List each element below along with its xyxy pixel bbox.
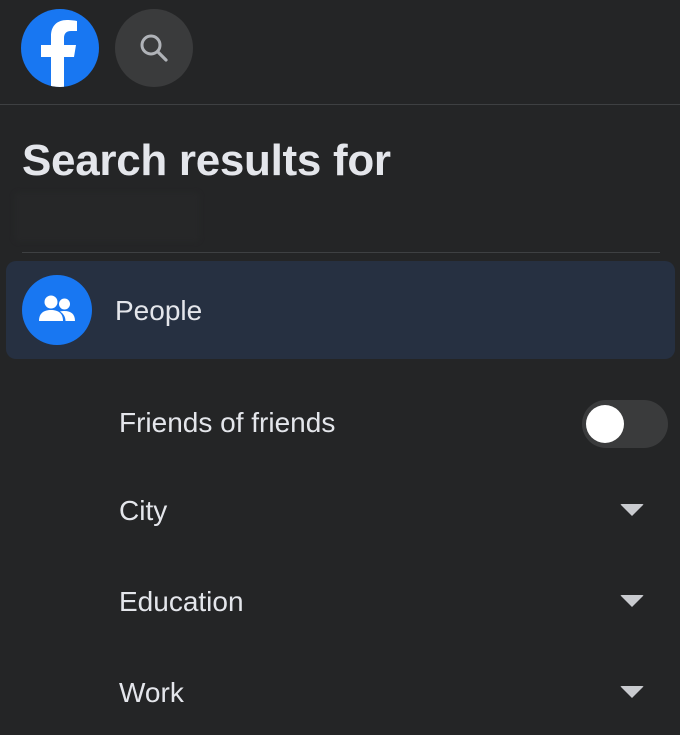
search-icon (140, 34, 168, 62)
top-bar (0, 0, 680, 105)
facebook-logo-icon[interactable] (21, 9, 99, 87)
search-button[interactable] (115, 9, 193, 87)
category-people-label: People (115, 295, 203, 326)
filter-work-label: Work (119, 677, 184, 708)
filter-city[interactable]: City (0, 470, 680, 550)
filter-friends-of-friends-label: Friends of friends (119, 407, 336, 438)
filter-work[interactable]: Work (0, 652, 680, 732)
friends-of-friends-toggle[interactable] (582, 400, 668, 448)
filter-education[interactable]: Education (0, 561, 680, 641)
redacted-search-query (14, 192, 200, 242)
page-title: Search results for (22, 136, 391, 185)
chevron-down-icon (620, 595, 644, 607)
chevron-down-icon (620, 686, 644, 698)
chevron-down-icon (620, 504, 644, 516)
filter-education-label: Education (119, 586, 244, 617)
toggle-knob (586, 405, 624, 443)
filter-city-label: City (119, 495, 168, 526)
people-icon (22, 275, 92, 345)
category-people[interactable]: People (6, 261, 675, 359)
divider (22, 252, 660, 253)
filter-friends-of-friends: Friends of friends (0, 383, 680, 463)
